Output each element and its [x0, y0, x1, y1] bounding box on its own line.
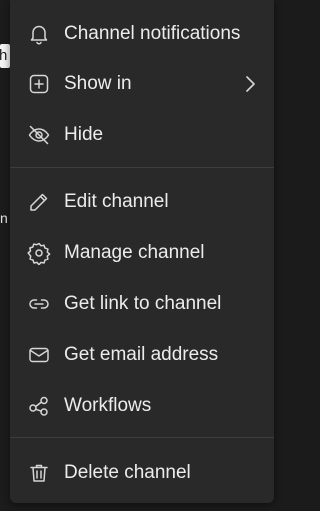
background-input-edge: h — [0, 44, 10, 68]
menu-item-show-in[interactable]: Show in — [10, 59, 274, 109]
menu-item-manage-channel[interactable]: Manage channel — [10, 228, 274, 278]
menu-item-label: Edit channel — [64, 191, 169, 212]
menu-item-hide[interactable]: Hide — [10, 110, 274, 160]
menu-item-get-link[interactable]: Get link to channel — [10, 279, 274, 329]
menu-item-channel-notifications[interactable]: Channel notifications — [10, 9, 274, 59]
menu-item-workflows[interactable]: Workflows — [10, 381, 274, 431]
menu-item-label: Get email address — [64, 344, 219, 365]
menu-item-get-email[interactable]: Get email address — [10, 330, 274, 380]
menu-item-edit-channel[interactable]: Edit channel — [10, 177, 274, 227]
menu-item-label: Show in — [64, 73, 132, 94]
gear-icon — [27, 241, 51, 266]
background-text-fragment: n — [0, 210, 8, 226]
chevron-right-icon — [238, 72, 262, 96]
menu-item-label: Get link to channel — [64, 293, 222, 314]
menu-item-delete-channel[interactable]: Delete channel — [10, 448, 274, 498]
menu-item-label: Delete channel — [64, 462, 191, 483]
plus-square-icon — [27, 72, 51, 96]
eye-off-icon — [27, 123, 51, 147]
menu-item-label: Workflows — [64, 395, 152, 416]
link-icon — [27, 292, 51, 316]
menu-divider — [10, 437, 274, 438]
mail-icon — [27, 343, 51, 367]
workflow-icon — [27, 394, 51, 418]
menu-item-label: Manage channel — [64, 242, 205, 263]
channel-context-menu: Channel notifications Show in Hide Edit … — [10, 0, 274, 503]
menu-divider — [10, 167, 274, 168]
pencil-icon — [27, 190, 51, 214]
menu-item-label: Hide — [64, 124, 104, 145]
menu-item-label: Channel notifications — [64, 23, 241, 44]
bell-icon — [27, 22, 51, 46]
trash-icon — [27, 461, 51, 485]
